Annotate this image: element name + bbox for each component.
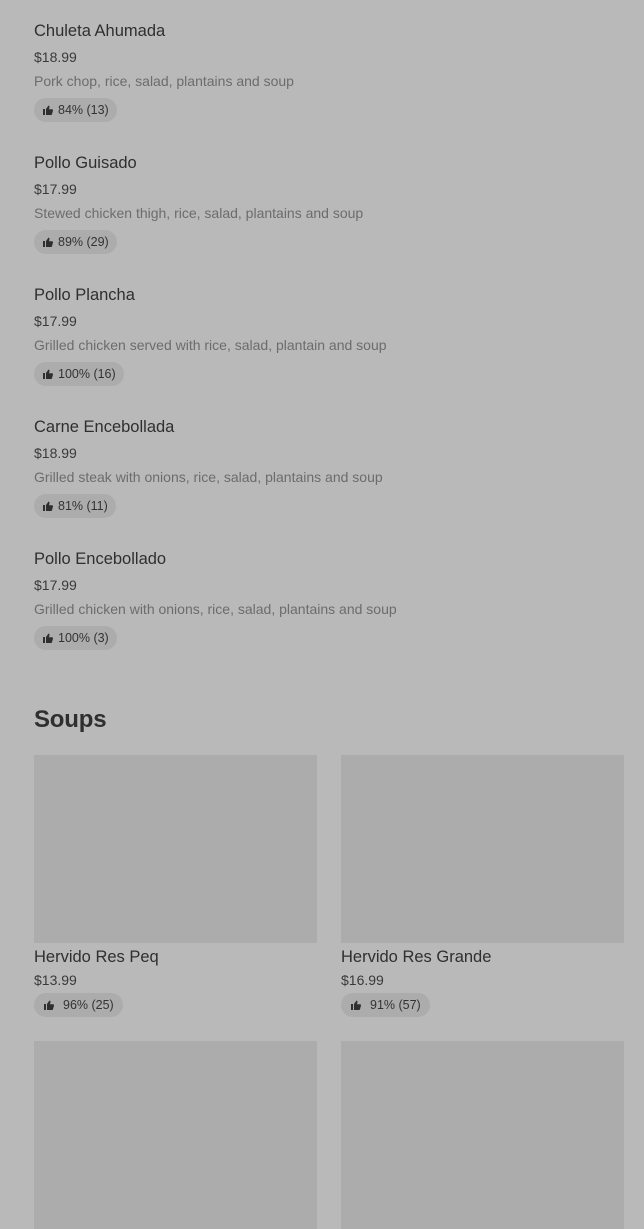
item-price: $13.99 xyxy=(34,972,77,988)
rating-text: 100% (3) xyxy=(58,631,109,645)
item-description: Grilled chicken served with rice, salad,… xyxy=(34,337,387,353)
rating-badge: 81% (11) xyxy=(34,494,116,518)
rating-badge: 100% (3) xyxy=(34,626,117,650)
soup-card[interactable]: Hervido Res Peq $13.99 96% (25) xyxy=(34,755,317,1017)
menu-item[interactable]: Pollo Guisado $17.99 Stewed chicken thig… xyxy=(34,152,634,284)
item-name: Pollo Encebollado xyxy=(34,550,167,568)
rating-text: 100% (16) xyxy=(58,367,116,381)
thumbs-up-icon xyxy=(43,999,55,1011)
soup-card[interactable] xyxy=(341,1041,624,1229)
soup-card[interactable] xyxy=(34,1041,317,1229)
thumbs-up-icon xyxy=(42,500,54,512)
rating-text: 84% (13) xyxy=(58,103,109,117)
item-price: $16.99 xyxy=(341,972,384,988)
item-price: $17.99 xyxy=(34,577,77,593)
item-description: Grilled steak with onions, rice, salad, … xyxy=(34,469,383,485)
rating-text: 89% (29) xyxy=(58,235,109,249)
item-name: Hervido Res Peq xyxy=(34,948,159,966)
item-image-placeholder[interactable] xyxy=(34,1041,317,1229)
rating-badge: 84% (13) xyxy=(34,98,117,122)
thumbs-up-icon xyxy=(42,368,54,380)
thumbs-up-icon xyxy=(42,632,54,644)
rating-text: 81% (11) xyxy=(58,499,108,513)
item-price: $18.99 xyxy=(34,445,77,461)
item-name: Pollo Plancha xyxy=(34,286,135,304)
item-image-placeholder[interactable] xyxy=(341,755,624,943)
item-description: Grilled chicken with onions, rice, salad… xyxy=(34,601,397,617)
rating-text: 96% (25) xyxy=(63,998,114,1012)
soup-card[interactable]: Hervido Res Grande $16.99 91% (57) xyxy=(341,755,624,1017)
item-name: Chuleta Ahumada xyxy=(34,22,166,40)
rating-badge: 91% (57) xyxy=(341,993,430,1017)
item-price: $17.99 xyxy=(34,313,77,329)
item-image-placeholder[interactable] xyxy=(341,1041,624,1229)
menu-item[interactable]: Pollo Encebollado $17.99 Grilled chicken… xyxy=(34,548,634,680)
item-name: Pollo Guisado xyxy=(34,154,137,172)
thumbs-up-icon xyxy=(350,999,362,1011)
rating-badge: 100% (16) xyxy=(34,362,124,386)
item-price: $18.99 xyxy=(34,49,77,65)
item-price: $17.99 xyxy=(34,181,77,197)
item-image-placeholder[interactable] xyxy=(34,755,317,943)
item-name: Carne Encebollada xyxy=(34,418,175,436)
menu-item[interactable]: Chuleta Ahumada $18.99 Pork chop, rice, … xyxy=(34,20,634,152)
section-title-soups: Soups xyxy=(34,706,107,733)
menu-item[interactable]: Pollo Plancha $17.99 Grilled chicken ser… xyxy=(34,284,634,416)
menu-item[interactable]: Carne Encebollada $18.99 Grilled steak w… xyxy=(34,416,634,548)
item-description: Pork chop, rice, salad, plantains and so… xyxy=(34,73,294,89)
thumbs-up-icon xyxy=(42,104,54,116)
item-name: Hervido Res Grande xyxy=(341,948,492,966)
rating-badge: 89% (29) xyxy=(34,230,117,254)
menu-item-list: Chuleta Ahumada $18.99 Pork chop, rice, … xyxy=(34,20,634,680)
thumbs-up-icon xyxy=(42,236,54,248)
item-description: Stewed chicken thigh, rice, salad, plant… xyxy=(34,205,364,221)
rating-badge: 96% (25) xyxy=(34,993,123,1017)
rating-text: 91% (57) xyxy=(370,998,421,1012)
